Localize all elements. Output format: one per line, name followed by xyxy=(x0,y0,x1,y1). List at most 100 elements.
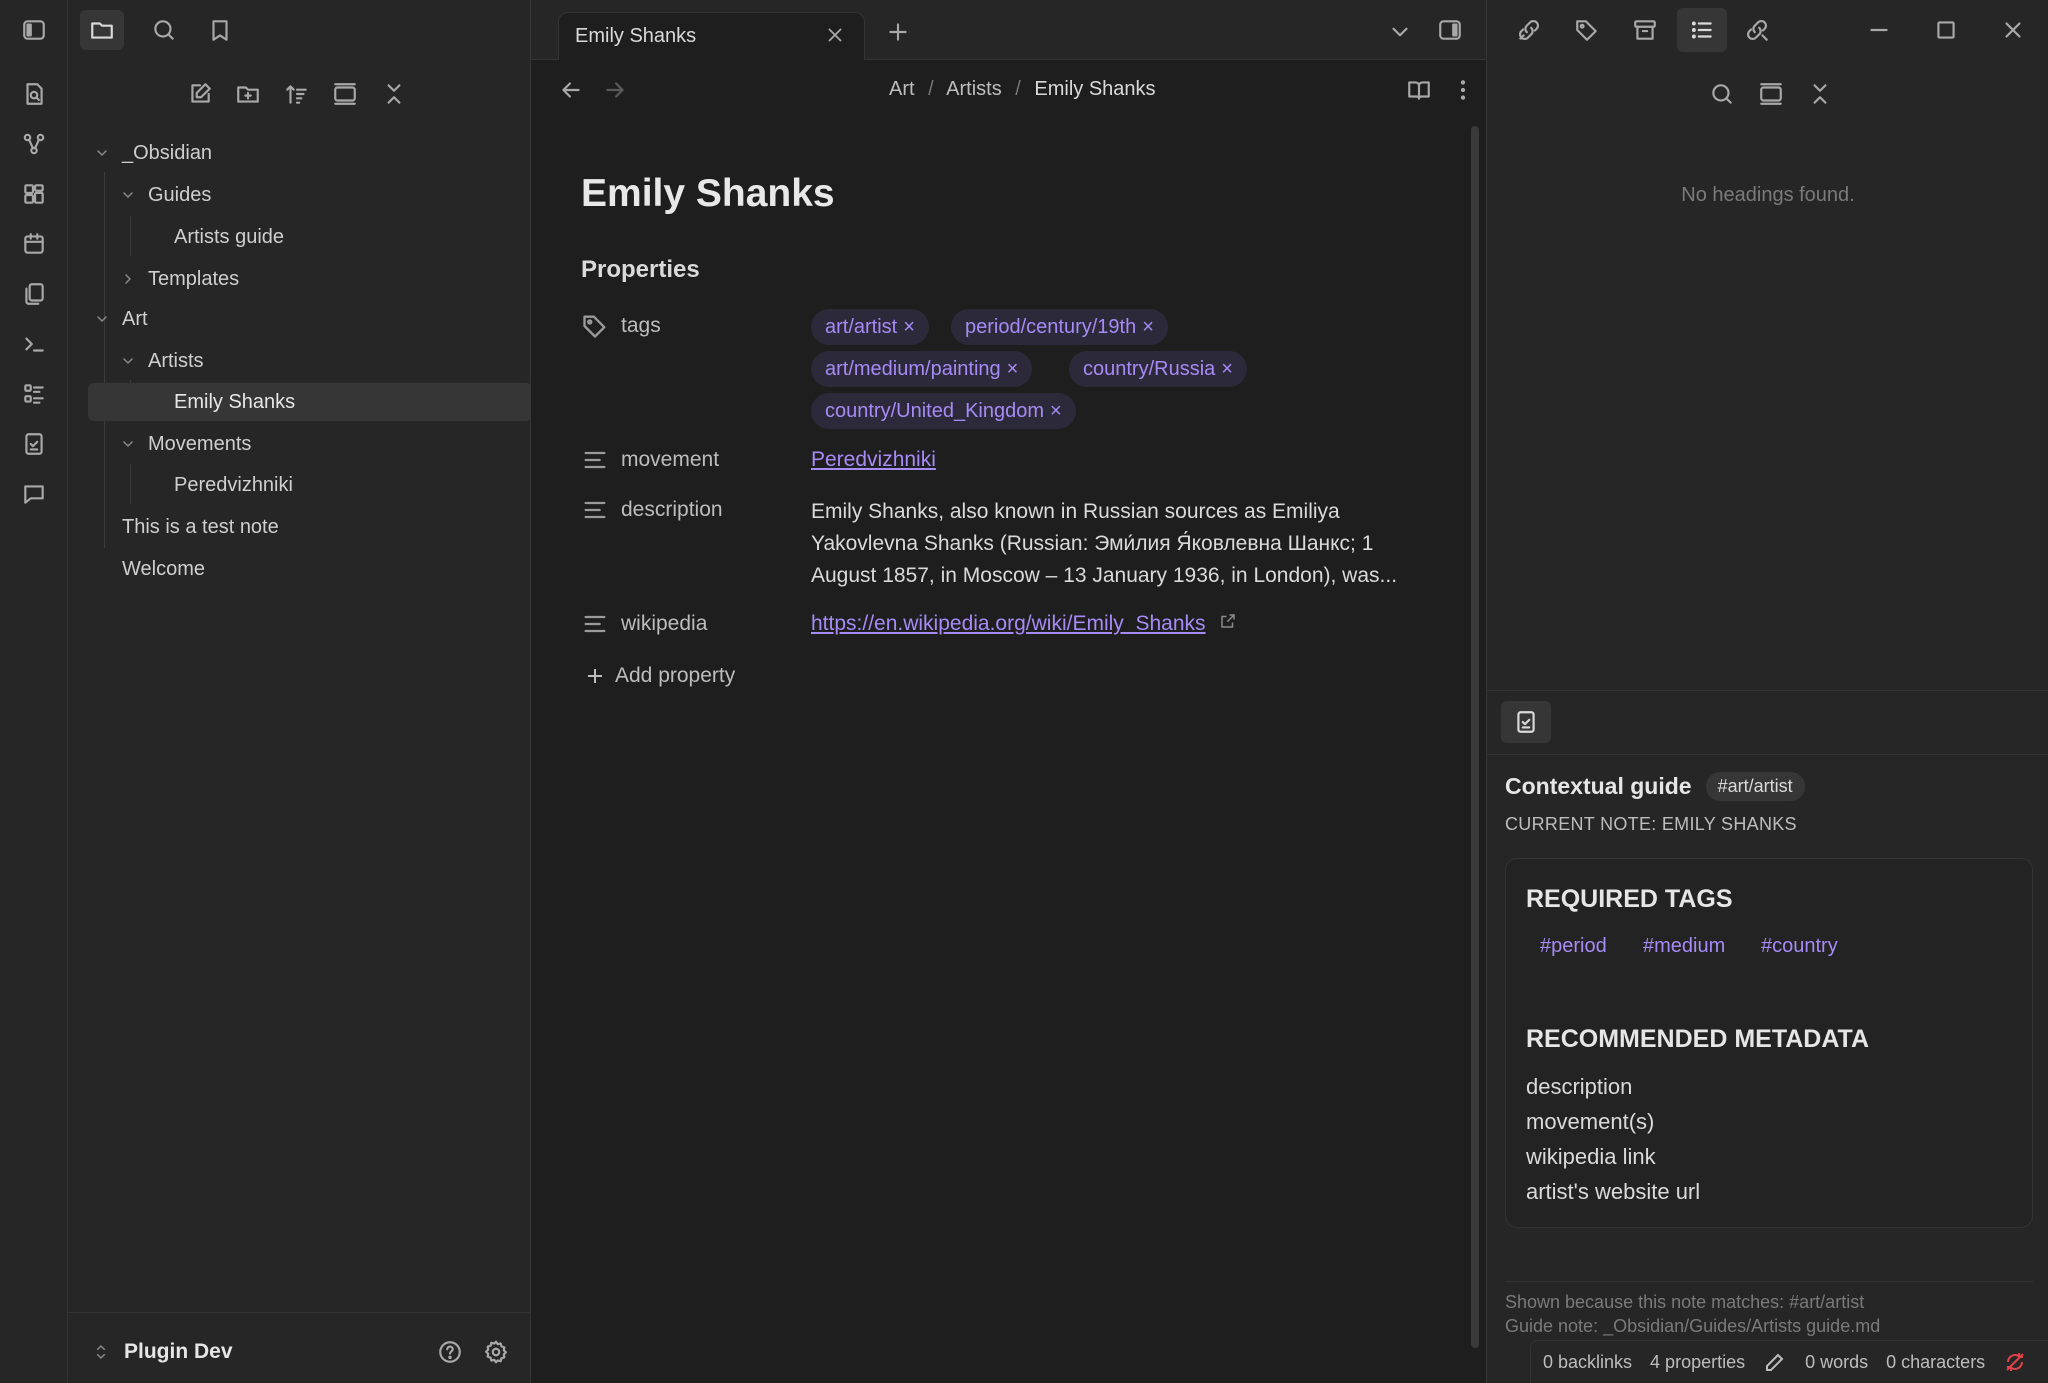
more-options-icon[interactable] xyxy=(1445,72,1481,108)
remove-tag-icon[interactable]: × xyxy=(903,316,915,338)
tag-pill[interactable]: country/Russia × xyxy=(1069,351,1247,387)
remove-tag-icon[interactable]: × xyxy=(1050,400,1062,422)
reading-view-icon[interactable] xyxy=(1401,72,1437,108)
file-emily-shanks[interactable]: Emily Shanks xyxy=(88,383,532,421)
breadcrumb-art[interactable]: Art xyxy=(889,78,915,100)
required-tag[interactable]: #period xyxy=(1540,935,1607,958)
tag-pill[interactable]: art/medium/painting × xyxy=(811,351,1033,387)
guide-footer: Shown because this note matches: #art/ar… xyxy=(1505,1290,1880,1338)
updown-chevron-icon xyxy=(92,1341,110,1363)
tags-pane-icon[interactable] xyxy=(1569,12,1605,48)
forward-arrow-icon[interactable] xyxy=(597,72,633,108)
breadcrumb: Art / Artists / Emily Shanks xyxy=(889,78,1156,101)
folder-obsidian[interactable]: _Obsidian xyxy=(86,134,486,172)
text-property-icon xyxy=(581,496,611,526)
properties-heading[interactable]: Properties xyxy=(581,256,700,284)
new-folder-icon[interactable] xyxy=(230,76,266,112)
remove-tag-icon[interactable]: × xyxy=(1007,358,1019,380)
files-tab-icon[interactable] xyxy=(80,10,124,50)
external-link-icon xyxy=(1219,612,1237,630)
description-line: August 1857, in Moscow – 13 January 1936… xyxy=(811,564,1398,587)
prop-wikipedia-label[interactable]: wikipedia xyxy=(621,612,707,636)
chevron-right-icon xyxy=(118,260,138,298)
file-test-note[interactable]: This is a test note xyxy=(86,508,486,546)
close-window-icon[interactable] xyxy=(1995,12,2031,48)
maximize-icon[interactable] xyxy=(1928,12,1964,48)
folder-art[interactable]: Art xyxy=(86,300,486,338)
collapse-all-icon[interactable] xyxy=(1802,76,1838,112)
breadcrumb-artists[interactable]: Artists xyxy=(946,78,1002,100)
scrollbar[interactable] xyxy=(1471,126,1479,1348)
folder-artists[interactable]: Artists xyxy=(112,342,486,380)
graph-view-icon[interactable] xyxy=(16,126,52,162)
ribbon xyxy=(0,0,68,1383)
new-note-icon[interactable] xyxy=(182,76,218,112)
settings-gear-icon[interactable] xyxy=(478,1334,514,1370)
templates-icon[interactable] xyxy=(16,276,52,312)
guide-tab-icon[interactable] xyxy=(1501,701,1551,743)
file-peredvizhniki[interactable]: Peredvizhniki xyxy=(138,466,486,504)
auto-reveal-icon[interactable] xyxy=(1753,76,1789,112)
guide-tag-pill[interactable]: #art/artist xyxy=(1705,772,1805,801)
canvas-icon[interactable] xyxy=(16,176,52,212)
file-welcome[interactable]: Welcome xyxy=(86,550,486,588)
current-note-label: CURRENT NOTE: EMILY SHANKS xyxy=(1505,814,1797,834)
tag-pill[interactable]: period/century/19th × xyxy=(951,309,1168,345)
search-icon[interactable] xyxy=(146,12,182,48)
file-artists-guide[interactable]: Artists guide xyxy=(138,218,486,256)
list-view-icon[interactable] xyxy=(16,376,52,412)
backlinks-icon[interactable] xyxy=(1511,12,1547,48)
auto-reveal-icon[interactable] xyxy=(327,76,363,112)
help-icon[interactable] xyxy=(432,1334,468,1370)
add-property-button[interactable]: Add property xyxy=(583,664,735,688)
vault-switcher[interactable]: Plugin Dev xyxy=(92,1334,233,1370)
archive-icon[interactable] xyxy=(1627,12,1663,48)
folder-guides[interactable]: Guides xyxy=(112,176,486,214)
calendar-icon[interactable] xyxy=(16,226,52,262)
remove-tag-icon[interactable]: × xyxy=(1142,316,1154,338)
page-search-icon[interactable] xyxy=(16,76,52,112)
note-title[interactable]: Emily Shanks xyxy=(581,172,835,216)
sync-disabled-icon[interactable] xyxy=(2003,1350,2027,1374)
tag-pill[interactable]: art/artist × xyxy=(811,309,929,345)
movement-link[interactable]: Peredvizhniki xyxy=(811,448,936,472)
tag-text: period/century/19th xyxy=(965,316,1137,338)
guide-footer-path: Guide note: _Obsidian/Guides/Artists gui… xyxy=(1505,1316,1881,1336)
folder-movements[interactable]: Movements xyxy=(112,425,486,463)
prop-movement-label[interactable]: movement xyxy=(621,448,719,472)
sort-icon[interactable] xyxy=(279,76,315,112)
checklist-icon[interactable] xyxy=(16,426,52,462)
close-tab-icon[interactable] xyxy=(819,19,851,51)
search-icon[interactable] xyxy=(1704,76,1740,112)
sidebar-toggle-icon[interactable] xyxy=(16,12,52,48)
command-palette-icon[interactable] xyxy=(16,326,52,362)
tab-emily-shanks[interactable]: Emily Shanks xyxy=(558,12,865,60)
status-words: 0 words xyxy=(1805,1351,1869,1372)
collapse-all-icon[interactable] xyxy=(376,76,412,112)
wikipedia-link[interactable]: https://en.wikipedia.org/wiki/Emily_Shan… xyxy=(811,612,1206,636)
folder-label: Art xyxy=(122,308,148,330)
tree-guide-line xyxy=(130,216,131,256)
folder-templates[interactable]: Templates xyxy=(112,260,486,298)
guide-title: Contextual guide xyxy=(1505,773,1692,799)
outline-icon[interactable] xyxy=(1677,8,1727,52)
required-tag[interactable]: #medium xyxy=(1643,935,1725,958)
outgoing-links-icon[interactable] xyxy=(1739,12,1775,48)
bookmark-icon[interactable] xyxy=(202,12,238,48)
new-tab-icon[interactable] xyxy=(880,14,916,50)
description-value[interactable]: Emily Shanks, also known in Russian sour… xyxy=(811,496,1421,592)
recommended-heading: RECOMMENDED METADATA xyxy=(1526,1025,1870,1053)
chat-icon[interactable] xyxy=(16,476,52,512)
required-tag[interactable]: #country xyxy=(1761,935,1838,958)
status-backlinks[interactable]: 0 backlinks xyxy=(1543,1352,1632,1373)
prop-tags-label[interactable]: tags xyxy=(621,314,661,338)
tab-list-chevron-icon[interactable] xyxy=(1382,14,1418,50)
edit-pencil-icon[interactable] xyxy=(1763,1350,1787,1374)
prop-description-label[interactable]: description xyxy=(621,498,723,522)
remove-tag-icon[interactable]: × xyxy=(1221,358,1233,380)
status-properties[interactable]: 4 properties xyxy=(1650,1352,1745,1373)
tag-pill[interactable]: country/United_Kingdom × xyxy=(811,393,1076,429)
minimize-icon[interactable] xyxy=(1861,12,1897,48)
back-arrow-icon[interactable] xyxy=(553,72,589,108)
right-sidebar-toggle-icon[interactable] xyxy=(1432,12,1468,48)
